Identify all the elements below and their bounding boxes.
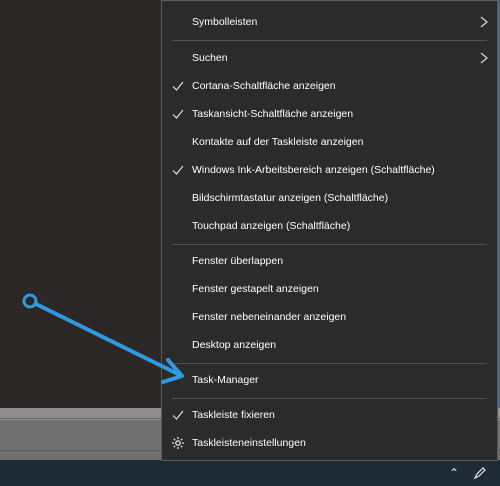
gear-icon bbox=[172, 437, 184, 449]
checkmark-icon bbox=[172, 81, 184, 91]
menu-item-label: Taskleiste fixieren bbox=[192, 409, 275, 421]
menu-item-toolbars[interactable]: Symbolleisten bbox=[162, 9, 497, 35]
menu-item-search[interactable]: Suchen bbox=[162, 45, 497, 71]
menu-item-label: Fenster überlappen bbox=[192, 255, 284, 267]
checkmark-icon bbox=[172, 109, 184, 119]
chevron-up-icon[interactable]: ⌃ bbox=[446, 460, 462, 486]
menu-item-stack-windows[interactable]: Fenster gestapelt anzeigen bbox=[162, 276, 497, 302]
menu-item-label: Symbolleisten bbox=[192, 16, 258, 28]
checkmark-icon bbox=[172, 165, 184, 175]
menu-item-touchpad[interactable]: Touchpad anzeigen (Schaltfläche) bbox=[162, 213, 497, 239]
separator bbox=[172, 40, 487, 41]
checkmark-icon bbox=[172, 410, 184, 420]
taskbar[interactable] bbox=[0, 460, 500, 486]
menu-item-cortana[interactable]: Cortana-Schaltfläche anzeigen bbox=[162, 73, 497, 99]
pen-icon[interactable] bbox=[470, 460, 490, 486]
menu-item-label: Fenster nebeneinander anzeigen bbox=[192, 311, 347, 323]
menu-item-label: Task-Manager bbox=[192, 374, 259, 386]
taskbar-context-menu: Symbolleisten Suchen Cortana-Schaltfläch… bbox=[161, 0, 498, 461]
separator bbox=[172, 244, 487, 245]
menu-item-side-by-side[interactable]: Fenster nebeneinander anzeigen bbox=[162, 304, 497, 330]
menu-item-label: Fenster gestapelt anzeigen bbox=[192, 283, 319, 295]
menu-item-taskbar-settings[interactable]: Taskleisteneinstellungen bbox=[162, 430, 497, 456]
submenu-arrow-icon bbox=[480, 52, 488, 64]
menu-item-contacts[interactable]: Kontakte auf der Taskleiste anzeigen bbox=[162, 129, 497, 155]
menu-item-show-desktop[interactable]: Desktop anzeigen bbox=[162, 332, 497, 358]
menu-item-task-view[interactable]: Taskansicht-Schaltfläche anzeigen bbox=[162, 101, 497, 127]
separator bbox=[172, 363, 487, 364]
menu-item-label: Cortana-Schaltfläche anzeigen bbox=[192, 80, 336, 92]
menu-item-lock-taskbar[interactable]: Taskleiste fixieren bbox=[162, 402, 497, 428]
menu-item-label: Desktop anzeigen bbox=[192, 339, 277, 351]
menu-item-cascade-windows[interactable]: Fenster überlappen bbox=[162, 248, 497, 274]
menu-item-task-manager[interactable]: Task-Manager bbox=[162, 367, 497, 393]
menu-item-label: Touchpad anzeigen (Schaltfläche) bbox=[192, 220, 351, 232]
submenu-arrow-icon bbox=[480, 16, 488, 28]
menu-item-touch-keyboard[interactable]: Bildschirmtastatur anzeigen (Schaltfläch… bbox=[162, 185, 497, 211]
menu-item-label: Windows Ink-Arbeitsbereich anzeigen (Sch… bbox=[192, 164, 435, 176]
menu-item-windows-ink[interactable]: Windows Ink-Arbeitsbereich anzeigen (Sch… bbox=[162, 157, 497, 183]
menu-item-label: Bildschirmtastatur anzeigen (Schaltfläch… bbox=[192, 192, 389, 204]
menu-item-label: Taskansicht-Schaltfläche anzeigen bbox=[192, 108, 354, 120]
menu-item-label: Suchen bbox=[192, 52, 228, 64]
menu-item-label: Taskleisteneinstellungen bbox=[192, 437, 306, 449]
separator bbox=[172, 398, 487, 399]
menu-item-label: Kontakte auf der Taskleiste anzeigen bbox=[192, 136, 364, 148]
